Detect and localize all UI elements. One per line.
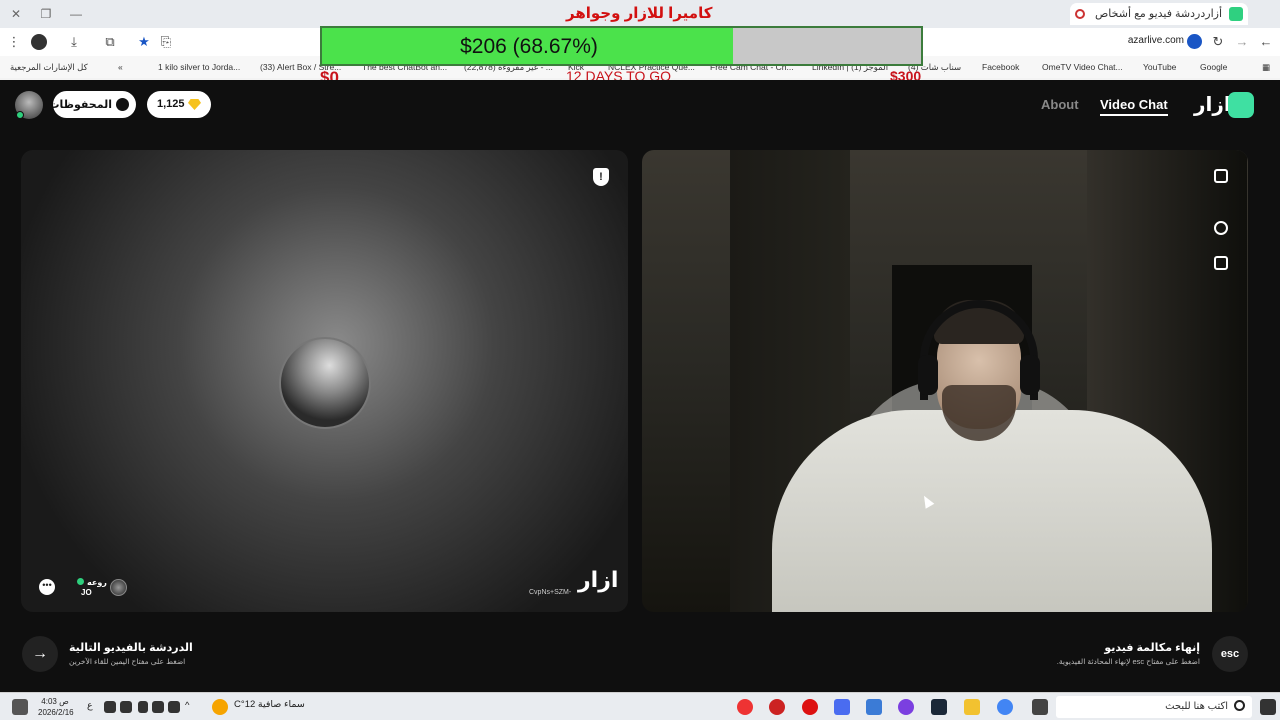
headset-ear — [918, 355, 938, 395]
gems-button[interactable]: 1,125 — [147, 91, 211, 118]
volume-icon[interactable] — [104, 701, 116, 713]
end-call-hint: اضغط على مفتاح esc لإنهاء المحادثة الفيد… — [1056, 657, 1200, 666]
peer-avatar[interactable] — [110, 579, 127, 596]
peer-video-pane: ! ••• روعه JO ازار CvpNs+SZM- — [21, 150, 628, 612]
logo-text[interactable]: ازار — [1194, 92, 1231, 117]
network-icon[interactable] — [168, 701, 180, 713]
headset-ear — [1020, 355, 1040, 395]
search-placeholder: اكتب هنا للبحث — [1165, 701, 1228, 712]
report-icon[interactable]: ! — [593, 168, 609, 186]
start-icon[interactable] — [1260, 699, 1276, 715]
tab-search-icon[interactable]: ⎘ — [158, 34, 174, 50]
clock-date: 2026/2/16 — [38, 708, 74, 717]
opera-icon[interactable] — [802, 699, 818, 715]
chat-icon[interactable]: ••• — [39, 579, 55, 595]
goal-progress-label: $206 (68.67%) — [460, 35, 598, 58]
face-filter-icon[interactable] — [1214, 256, 1228, 270]
bookmark-item[interactable]: OmeTV Video Chat... — [1042, 62, 1123, 72]
store-icon[interactable] — [866, 699, 882, 715]
recording-icon — [1075, 9, 1085, 19]
weather-moon-icon — [212, 699, 228, 715]
nav-video-chat[interactable]: Video Chat — [1100, 97, 1168, 116]
url-text[interactable]: azarlive.com — [1128, 35, 1184, 46]
goal-title: كاميرا للازار وجواهر — [566, 5, 713, 22]
gems-count: 1,125 — [157, 98, 185, 110]
bookmark-all[interactable]: كل الإشارات المرجعية — [10, 62, 88, 73]
end-call-button[interactable]: esc — [1212, 636, 1248, 672]
bookmarks-overflow-icon[interactable]: « — [118, 62, 123, 72]
person-body — [772, 410, 1212, 612]
search-icon — [1234, 700, 1245, 711]
saved-button[interactable]: المحفوظات — [48, 91, 136, 118]
watermark-logo: ازار — [578, 567, 619, 592]
system-clock[interactable]: 4:03 ص 2026/2/16 — [38, 696, 74, 718]
nav-about[interactable]: About — [1041, 97, 1079, 112]
notifications-icon[interactable] — [12, 699, 28, 715]
peer-name: روعه — [87, 578, 107, 587]
azar-favicon-icon — [1229, 7, 1243, 21]
avatar[interactable] — [15, 91, 43, 119]
mic-icon[interactable] — [138, 701, 148, 713]
peer-profile-photo — [279, 337, 371, 429]
saved-label: المحفوظات — [48, 99, 112, 111]
back-icon[interactable]: ← — [1258, 34, 1274, 50]
steam-icon[interactable] — [931, 699, 947, 715]
brightness-icon[interactable] — [152, 701, 164, 713]
minimize-video-icon[interactable] — [1214, 169, 1228, 183]
arrow-right-icon: → — [32, 645, 48, 662]
next-chat-title: الدردشة بالفيديو التالية — [69, 642, 193, 654]
bookmark-item[interactable]: Google — [1200, 62, 1227, 72]
task-view-icon[interactable] — [1032, 699, 1048, 715]
weather-text[interactable]: سماء صافية 12°C — [234, 699, 305, 710]
input-language[interactable]: ع — [87, 700, 93, 711]
site-info-icon[interactable] — [1187, 34, 1202, 49]
profile-icon[interactable] — [31, 34, 47, 50]
tray-overflow-icon[interactable]: ^ — [185, 700, 189, 711]
online-status-icon — [16, 111, 24, 119]
bookmark-item[interactable]: Facebook — [982, 62, 1019, 72]
bookmark-item[interactable]: YouTube — [1143, 62, 1176, 72]
bookmark-star-icon[interactable]: ★ — [136, 34, 152, 50]
peer-country: JO — [81, 588, 92, 597]
watermark-id: CvpNs+SZM- — [529, 589, 572, 596]
clock-time: 4:03 ص — [41, 697, 69, 706]
self-video-pane — [642, 150, 1248, 612]
windows-taskbar: 4:03 ص 2026/2/16 ع ^ سماء صافية 12°C اكت… — [0, 692, 1280, 720]
peer-online-icon — [77, 578, 84, 585]
goal-progress-bar: $206 (68.67%) — [320, 26, 923, 66]
effects-wand-icon[interactable] — [1214, 221, 1228, 235]
app-icon[interactable] — [737, 699, 753, 715]
browser-tab[interactable]: أزاردردشة فيديو مع أشخاص ✕ — [1070, 3, 1248, 25]
gem-icon — [188, 99, 201, 110]
minimize-window-icon[interactable]: — — [66, 4, 86, 24]
extensions-icon[interactable]: ⧉ — [102, 34, 118, 50]
clock-icon — [116, 98, 129, 111]
chrome-icon[interactable] — [997, 699, 1013, 715]
download-icon[interactable]: ⤓ — [66, 34, 82, 50]
app-icon[interactable] — [834, 699, 850, 715]
app-icon[interactable] — [769, 699, 785, 715]
close-window-icon[interactable]: ✕ — [6, 4, 26, 24]
menu-dots-icon[interactable]: ⋮ — [6, 34, 22, 50]
app-icon[interactable] — [898, 699, 914, 715]
battery-icon[interactable] — [120, 701, 132, 713]
next-chat-hint: اضغط على مفتاح اليمين للقاء الآخرين — [69, 657, 186, 666]
forward-icon[interactable]: → — [1234, 34, 1250, 50]
end-call-title: إنهاء مكالمة فيديو — [1104, 642, 1200, 654]
reload-icon[interactable]: ↻ — [1210, 34, 1226, 50]
logo-icon[interactable] — [1228, 92, 1254, 118]
apps-grid-icon[interactable]: ▦ — [1262, 62, 1270, 73]
maximize-window-icon[interactable]: ❐ — [36, 4, 56, 24]
bookmark-item[interactable]: 1 kilo silver to Jorda... — [158, 62, 240, 72]
tab-title: أزاردردشة فيديو مع أشخاص — [1095, 8, 1222, 20]
file-explorer-icon[interactable] — [964, 699, 980, 715]
taskbar-search-input[interactable]: اكتب هنا للبحث — [1056, 696, 1252, 718]
next-chat-button[interactable]: → — [22, 636, 58, 672]
